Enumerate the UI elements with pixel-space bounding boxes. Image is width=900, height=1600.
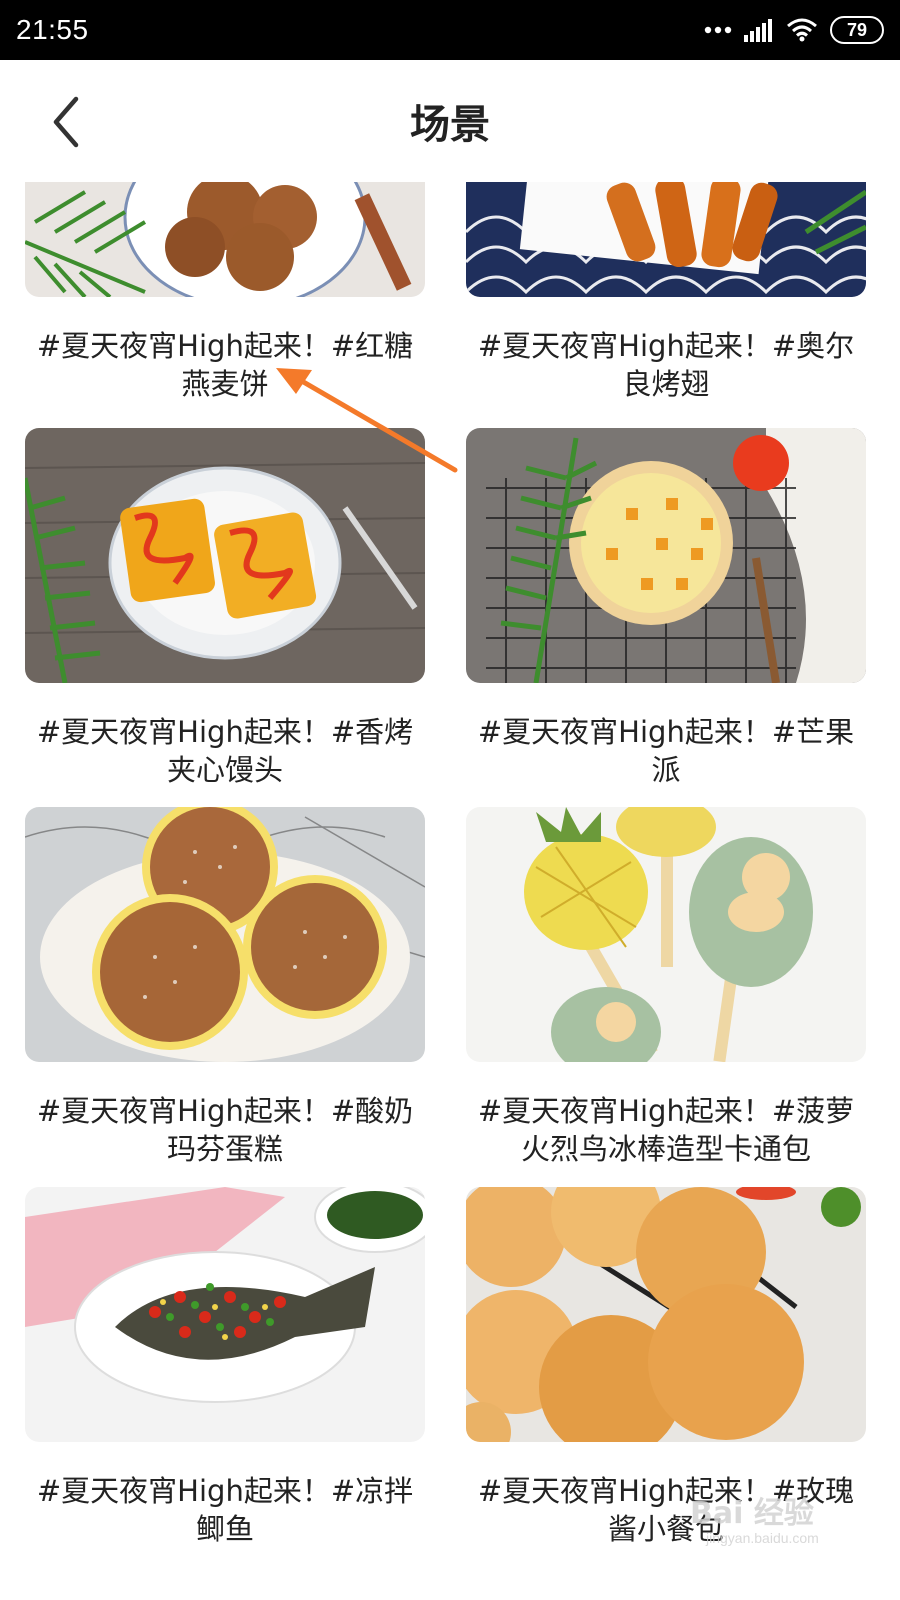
recipe-title: #夏天夜宵High起来！#红糖燕麦饼 (36, 329, 414, 401)
recipe-image (466, 428, 866, 683)
status-bar: 21:55 79 (0, 0, 900, 60)
recipe-image (25, 428, 425, 683)
recipe-image (466, 807, 866, 1062)
recipe-card[interactable]: #夏天夜宵High起来！#芒果派 (466, 428, 866, 789)
status-time: 21:55 (16, 14, 89, 45)
recipe-card[interactable]: #夏天夜宵High起来！#香烤夹心馒头 (25, 428, 425, 789)
recipe-image (466, 182, 866, 297)
back-button[interactable] (36, 90, 96, 154)
wifi-icon (787, 18, 817, 42)
battery-icon: 79 (830, 16, 884, 44)
recipe-title: #夏天夜宵High起来！#菠萝火烈鸟冰棒造型卡通包 (477, 1094, 855, 1166)
watermark-url: jingyan.baidu.com (706, 1530, 819, 1546)
recipe-card[interactable]: #夏天夜宵High起来！#奥尔良烤翅 (466, 182, 866, 403)
recipe-card[interactable]: #夏天夜宵High起来！#酸奶玛芬蛋糕 (25, 807, 425, 1168)
chevron-left-icon (53, 96, 79, 148)
watermark: Bai 经验 (690, 1496, 814, 1531)
recipe-card[interactable]: #夏天夜宵High起来！#凉拌鲫鱼 (25, 1187, 425, 1548)
signal-icon (744, 19, 772, 42)
title-bar: 场景 (0, 60, 900, 182)
recipe-card[interactable]: #夏天夜宵High起来！#菠萝火烈鸟冰棒造型卡通包 (466, 807, 866, 1168)
recipe-title: #夏天夜宵High起来！#芒果派 (477, 715, 855, 787)
recipe-title: #夏天夜宵High起来！#酸奶玛芬蛋糕 (36, 1094, 414, 1166)
page-title: 场景 (410, 102, 490, 148)
recipe-image (25, 807, 425, 1062)
recipe-title: #夏天夜宵High起来！#香烤夹心馒头 (36, 715, 414, 787)
recipe-image (25, 182, 425, 297)
recipe-grid: #夏天夜宵High起来！#红糖燕麦饼 #夏天夜宵High起来！#奥尔良烤翅 #夏… (0, 182, 900, 1600)
recipe-title: #夏天夜宵High起来！#奥尔良烤翅 (477, 329, 855, 401)
status-icons: 79 (704, 16, 884, 44)
battery-level: 79 (846, 19, 868, 40)
recipe-image (466, 1187, 866, 1442)
dots-icon (704, 26, 732, 34)
recipe-title: #夏天夜宵High起来！#凉拌鲫鱼 (36, 1474, 414, 1546)
recipe-card[interactable]: #夏天夜宵High起来！#红糖燕麦饼 (25, 182, 425, 403)
recipe-image (25, 1187, 425, 1442)
